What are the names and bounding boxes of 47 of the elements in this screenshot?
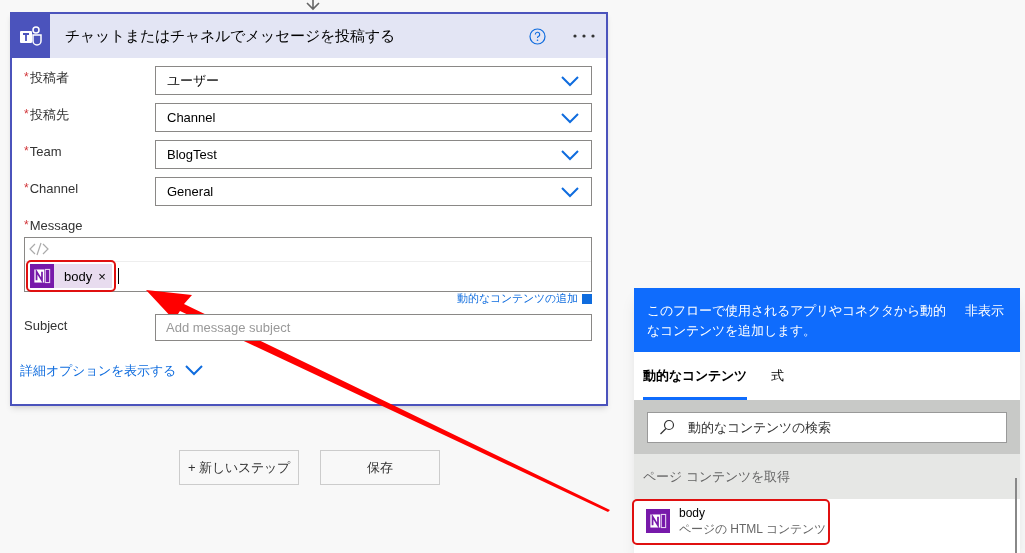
chevron-down-icon	[560, 148, 580, 161]
required-mark: *	[24, 217, 29, 234]
subject-field[interactable]: Add message subject	[155, 313, 592, 341]
more-options-icon[interactable]	[573, 34, 595, 38]
required-mark: *	[24, 69, 29, 86]
search-icon	[659, 418, 675, 435]
remove-token-button[interactable]: ×	[98, 269, 106, 283]
dropdown-field[interactable]: Channel	[155, 103, 592, 132]
chevron-down-icon	[184, 364, 204, 377]
field-label: 投稿先	[29, 106, 69, 124]
token-chip[interactable]: body ×	[30, 264, 112, 289]
panel-description: このフローで使用されるアプリやコネクタから動的なコンテンツを追加します。	[647, 303, 947, 340]
dynamic-content-item[interactable]: body ページの HTML コンテンツ	[646, 505, 826, 537]
code-view-icon[interactable]	[29, 242, 49, 257]
add-icon	[582, 293, 592, 304]
chevron-down-icon	[560, 74, 580, 87]
item-description: ページの HTML コンテンツ	[679, 521, 826, 537]
field-label: 投稿者	[29, 69, 69, 87]
required-mark: *	[24, 143, 29, 160]
notebook-icon	[30, 264, 54, 289]
field-label: Message	[29, 217, 83, 235]
new-step-button[interactable]: + 新しいステップ	[179, 450, 299, 485]
message-editor[interactable]: body ×	[24, 236, 592, 292]
item-name: body	[679, 505, 707, 521]
search-field[interactable]: 動的なコンテンツの検索	[647, 411, 1007, 443]
connector-arrow-icon	[305, 0, 321, 11]
card-title: チャットまたはチャネルでメッセージを投稿する	[65, 25, 396, 46]
chevron-down-icon	[560, 111, 580, 124]
hide-button[interactable]: 非表示	[965, 301, 1004, 321]
required-mark: *	[24, 180, 29, 197]
help-icon[interactable]	[529, 27, 546, 45]
advanced-options-link[interactable]: 詳細オプションを表示する	[20, 360, 176, 380]
field-label: Team	[29, 143, 62, 161]
group-header: ページ コンテンツを取得	[634, 454, 1020, 499]
text-cursor	[117, 268, 119, 285]
field-label: Subject	[24, 316, 68, 335]
required-mark: *	[24, 106, 29, 123]
panel-tab[interactable]: 式	[771, 352, 784, 400]
dropdown-field[interactable]: BlogTest	[155, 140, 592, 169]
field-label: Channel	[29, 180, 79, 198]
notebook-icon	[646, 509, 670, 533]
dropdown-field[interactable]: ユーザー	[155, 66, 592, 95]
token-text: body	[64, 267, 93, 286]
add-dynamic-content-link[interactable]: 動的なコンテンツの追加	[457, 293, 578, 304]
chevron-down-icon	[560, 185, 580, 198]
save-button[interactable]: 保存	[320, 450, 440, 485]
dropdown-field[interactable]: General	[155, 177, 592, 206]
